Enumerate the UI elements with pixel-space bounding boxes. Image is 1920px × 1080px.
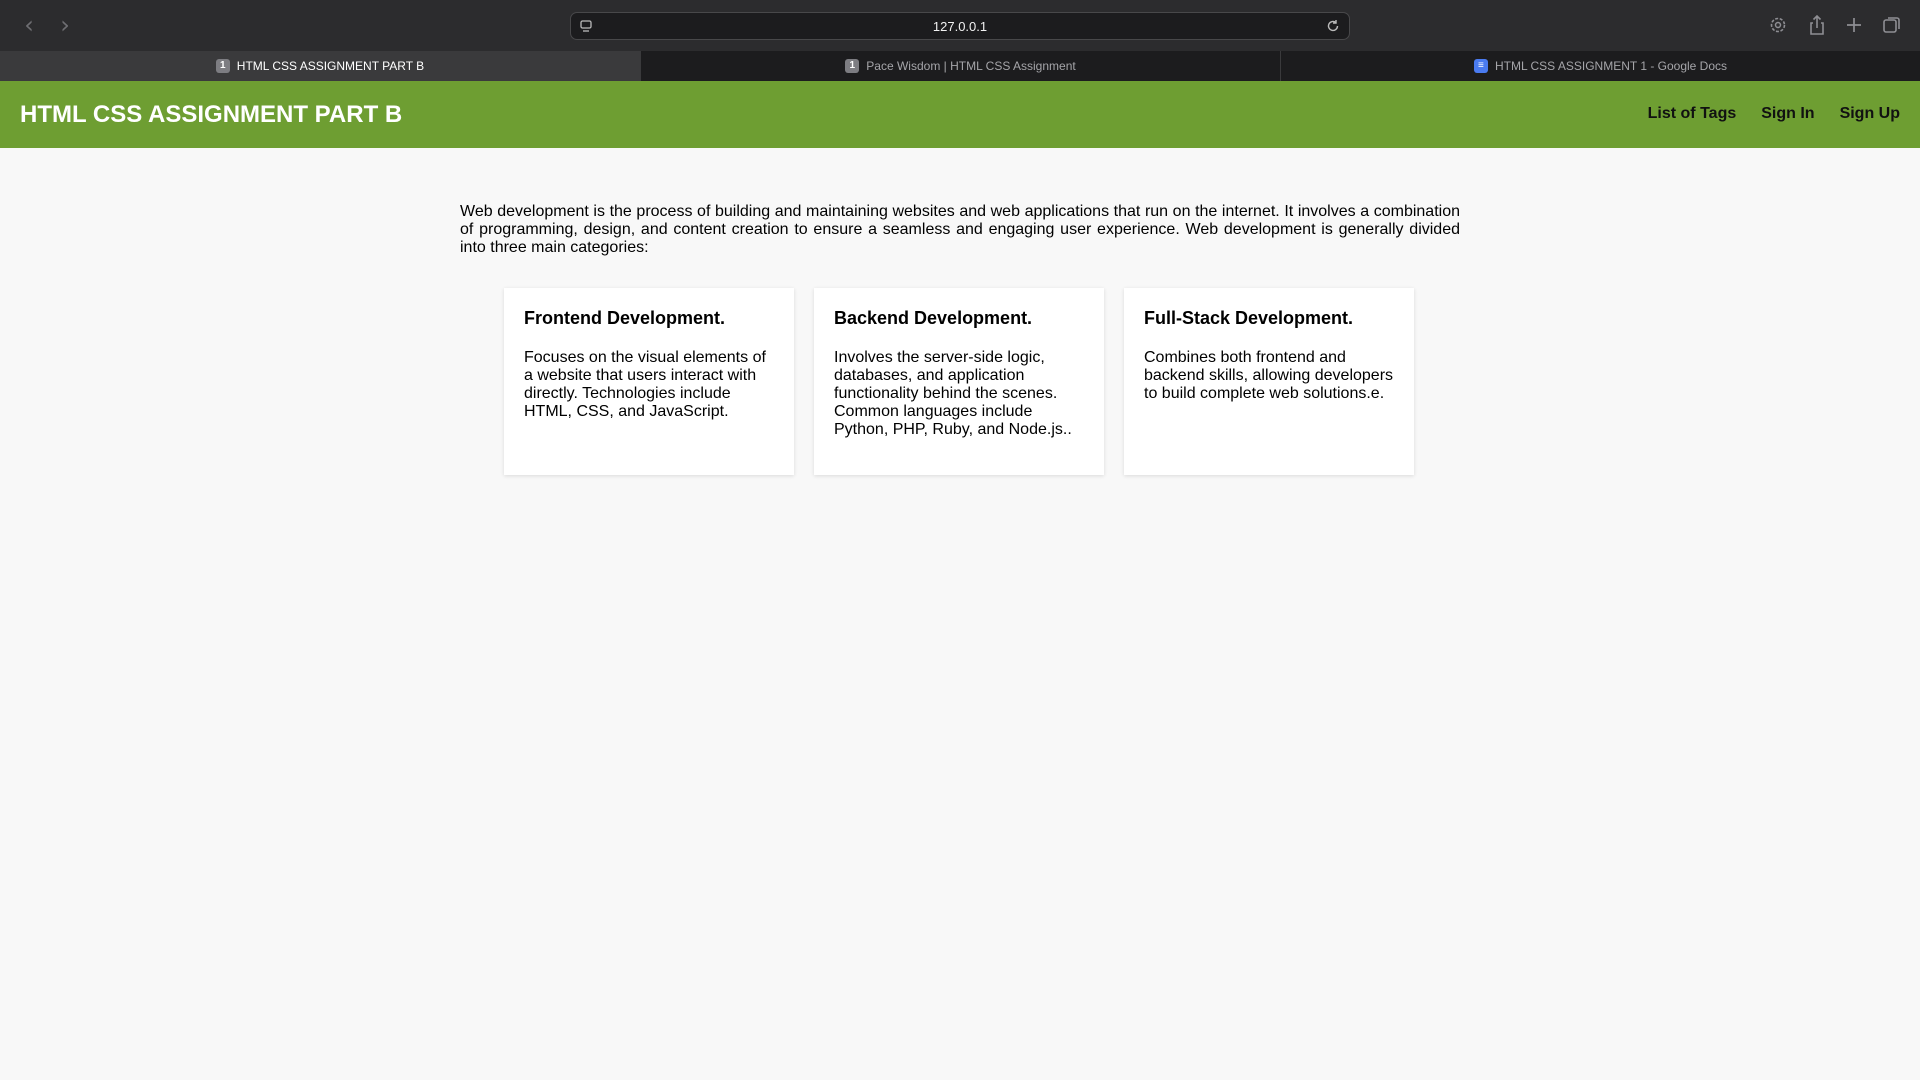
browser-toolbar: ‹ › 127.0.0.1 — [0, 0, 1920, 51]
tab-label: Pace Wisdom | HTML CSS Assignment — [866, 59, 1076, 73]
site-nav: List of Tags Sign In Sign Up — [1648, 105, 1900, 123]
url-text: 127.0.0.1 — [932, 19, 988, 34]
card-frontend: Frontend Development. Focuses on the vis… — [504, 288, 794, 475]
nav-sign-up[interactable]: Sign Up — [1840, 105, 1900, 123]
tab-pace-wisdom[interactable]: 1 Pace Wisdom | HTML CSS Assignment — [640, 51, 1280, 81]
nav-sign-in[interactable]: Sign In — [1761, 105, 1814, 123]
tab-bar: 1 HTML CSS ASSIGNMENT PART B 1 Pace Wisd… — [0, 51, 1920, 82]
tab-label: HTML CSS ASSIGNMENT 1 - Google Docs — [1494, 59, 1728, 73]
back-icon[interactable]: ‹ — [16, 12, 42, 38]
card-backend: Backend Development. Involves the server… — [814, 288, 1104, 475]
gear-icon[interactable] — [1767, 14, 1789, 36]
share-icon[interactable] — [1806, 14, 1828, 36]
address-bar[interactable]: 127.0.0.1 — [570, 12, 1350, 40]
tab-favicon: 1 — [215, 59, 230, 73]
card-title: Frontend Development. — [524, 308, 726, 328]
reload-icon[interactable] — [1325, 18, 1341, 34]
site-title: HTML CSS ASSIGNMENT PART B — [20, 101, 403, 128]
nav-list-of-tags[interactable]: List of Tags — [1648, 105, 1737, 123]
card-title: Backend Development. — [834, 308, 1033, 328]
tab-overview-icon[interactable] — [1881, 14, 1903, 36]
card-text: Involves the server-side logic, database… — [834, 349, 1072, 438]
tab-html-css-assignment-part-b[interactable]: 1 HTML CSS ASSIGNMENT PART B — [0, 51, 640, 81]
tab-label: HTML CSS ASSIGNMENT PART B — [236, 59, 425, 73]
card-text: Combines both frontend and backend skill… — [1144, 349, 1394, 402]
forward-icon[interactable]: › — [52, 12, 78, 38]
tab-favicon: 1 — [845, 59, 860, 73]
card-text: Focuses on the visual elements of a webs… — [524, 349, 766, 420]
tab-google-docs[interactable]: ≡ HTML CSS ASSIGNMENT 1 - Google Docs — [1280, 51, 1920, 81]
new-tab-icon[interactable] — [1843, 14, 1865, 36]
site-header: HTML CSS ASSIGNMENT PART B List of Tags … — [0, 81, 1920, 148]
docs-icon: ≡ — [1473, 59, 1488, 73]
category-cards: Frontend Development. Focuses on the vis… — [504, 288, 1416, 475]
intro-paragraph: Web development is the process of buildi… — [460, 203, 1460, 256]
card-title: Full-Stack Development. — [1144, 308, 1354, 328]
card-fullstack: Full-Stack Development. Combines both fr… — [1124, 288, 1414, 475]
